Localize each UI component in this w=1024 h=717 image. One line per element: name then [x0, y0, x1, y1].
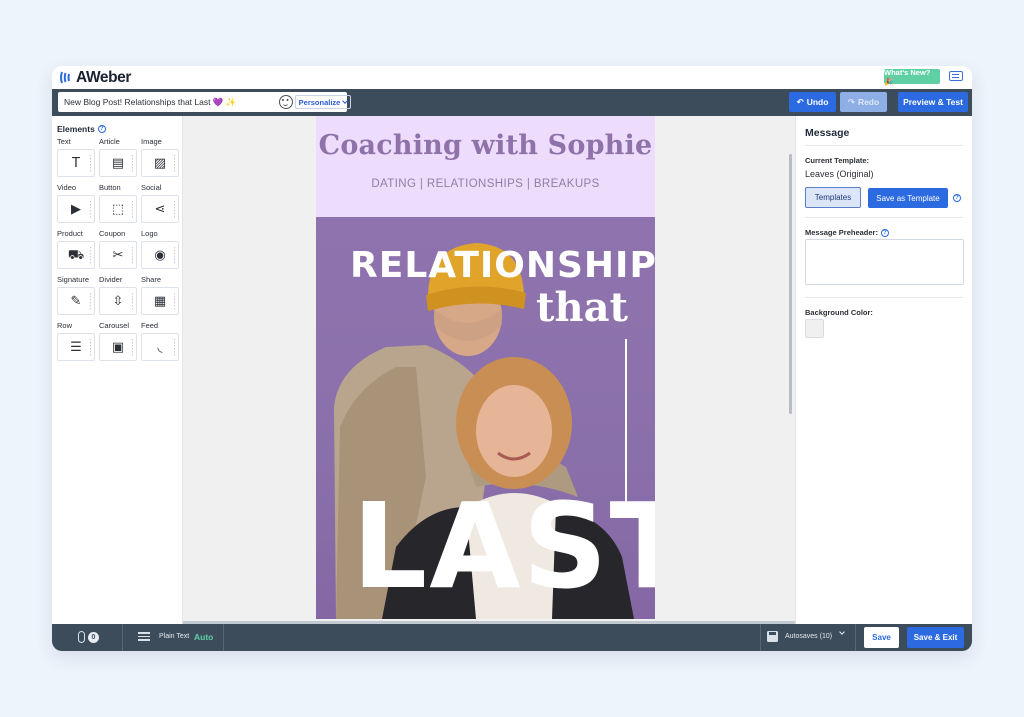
hero-big-word[interactable]: LAST	[352, 487, 655, 605]
divider	[122, 624, 123, 651]
image-icon: ▨	[153, 155, 167, 171]
templates-button[interactable]: Templates	[805, 187, 861, 208]
undo-icon: ↶	[796, 96, 804, 107]
undo-button[interactable]: ↶ Undo	[789, 92, 836, 112]
element-row[interactable]: Row ☰	[57, 321, 95, 361]
whats-new-button[interactable]: What's New? 🎉	[884, 68, 940, 86]
element-social[interactable]: Social ⋖	[141, 183, 179, 223]
element-coupon[interactable]: Coupon ✂	[99, 229, 137, 269]
keyboard-shortcuts-icon[interactable]	[949, 71, 963, 81]
panel-title: Message	[805, 127, 850, 139]
background-color-swatch[interactable]	[805, 319, 824, 338]
editor-footer: 0 Plain Text Auto Autosaves (10) Save Sa…	[52, 624, 972, 651]
element-video[interactable]: Video ▶	[57, 183, 95, 223]
app-window: AWeber What's New? 🎉 New Blog Post! Rela…	[52, 66, 972, 651]
button-icon: ⬚	[111, 201, 125, 217]
aweber-logo-icon	[60, 71, 70, 84]
preview-test-button[interactable]: Preview & Test	[898, 92, 968, 112]
info-icon[interactable]: ?	[880, 228, 889, 237]
logo-badge-icon: ◉	[154, 247, 166, 263]
plain-text-status[interactable]: Auto	[194, 632, 213, 642]
divider	[805, 217, 963, 218]
element-feed[interactable]: Feed ◟	[141, 321, 179, 361]
canvas-vertical-scrollbar[interactable]	[789, 154, 792, 414]
preheader-input[interactable]	[805, 239, 964, 285]
message-settings-panel: Message Current Template: Leaves (Origin…	[795, 116, 972, 624]
cart-icon: ⛟	[67, 247, 85, 263]
elements-title: Elements ?	[57, 124, 106, 134]
paperclip-icon[interactable]	[78, 631, 85, 643]
redo-icon: ↷	[847, 96, 855, 107]
email-canvas[interactable]: Coaching with Sophie DATING | RELATIONSH…	[183, 116, 795, 624]
save-as-template-button[interactable]: Save as Template	[868, 188, 948, 208]
article-icon: ▤	[111, 155, 125, 171]
background-color-label: Background Color:	[805, 308, 873, 317]
brand-name: AWeber	[76, 68, 132, 86]
emoji-picker-icon[interactable]	[279, 95, 293, 109]
rows-icon: ☰	[70, 339, 82, 355]
plain-text-label[interactable]: Plain Text	[159, 633, 189, 640]
attachment-count-badge: 0	[88, 632, 99, 643]
element-button[interactable]: Button ⬚	[99, 183, 137, 223]
preheader-label-text: Message Preheader:	[805, 228, 878, 237]
divider	[760, 624, 761, 651]
social-share-icon: ⋖	[154, 201, 166, 217]
chevron-down-icon	[342, 98, 349, 104]
elements-panel: Elements ? Text T Article ▤ Image ▨ Video ▶ …	[52, 116, 183, 624]
rss-feed-icon: ◟	[157, 339, 163, 355]
element-image[interactable]: Image ▨	[141, 137, 179, 177]
info-icon[interactable]: ?	[97, 125, 106, 133]
info-icon[interactable]: ?	[953, 194, 961, 202]
chevron-down-icon[interactable]	[839, 629, 845, 635]
element-logo[interactable]: Logo ◉	[141, 229, 179, 269]
undo-label: Undo	[806, 97, 829, 107]
elements-title-text: Elements	[57, 124, 95, 134]
element-share[interactable]: Share ▦	[141, 275, 179, 315]
subject-line-text: New Blog Post! Relationships that Last 💜…	[64, 96, 237, 107]
divider	[223, 624, 224, 651]
element-signature[interactable]: Signature ✎	[57, 275, 95, 315]
scissors-icon: ✂	[112, 247, 124, 263]
text-icon: T	[72, 155, 80, 171]
editor-toolbar: New Blog Post! Relationships that Last 💜…	[52, 89, 972, 116]
personalize-dropdown[interactable]: Personalize	[295, 95, 351, 109]
hero-headline[interactable]: RELATIONSHIPS	[350, 245, 655, 286]
carousel-icon: ▣	[111, 339, 125, 355]
email-tagline[interactable]: DATING | RELATIONSHIPS | BREAKUPS	[316, 178, 655, 190]
hero-subheadline[interactable]: that	[466, 284, 628, 331]
divider	[805, 297, 963, 298]
personalize-label: Personalize	[298, 97, 341, 107]
element-carousel[interactable]: Carousel ▣	[99, 321, 137, 361]
brand-bar: AWeber What's New? 🎉	[52, 66, 972, 89]
divider-icon: ⇳	[112, 293, 124, 309]
subject-line-input[interactable]: New Blog Post! Relationships that Last 💜…	[58, 92, 351, 112]
save-and-exit-button[interactable]: Save & Exit	[907, 627, 964, 648]
current-template-label: Current Template:	[805, 156, 870, 165]
aweber-logo[interactable]: AWeber	[59, 69, 131, 86]
email-header-block[interactable]: Coaching with Sophie DATING | RELATIONSH…	[316, 116, 655, 217]
element-divider[interactable]: Divider ⇳	[99, 275, 137, 315]
save-disk-icon	[767, 631, 778, 642]
plain-text-icon[interactable]	[138, 632, 150, 644]
redo-label: Redo	[857, 97, 880, 107]
redo-button[interactable]: ↷ Redo	[840, 92, 887, 112]
current-template-value: Leaves (Original)	[805, 169, 874, 179]
divider	[805, 145, 963, 146]
element-article[interactable]: Article ▤	[99, 137, 137, 177]
preheader-label: Message Preheader: ?	[805, 228, 889, 237]
divider	[855, 624, 856, 651]
autosaves-dropdown[interactable]: Autosaves (10)	[785, 633, 832, 640]
element-product[interactable]: Product ⛟	[57, 229, 95, 269]
hero-image-block[interactable]: RELATIONSHIPS that LAST	[316, 217, 655, 619]
share-icon: ▦	[153, 293, 167, 309]
save-button[interactable]: Save	[864, 627, 899, 648]
email-title[interactable]: Coaching with Sophie	[316, 130, 655, 161]
pen-icon: ✎	[70, 293, 82, 309]
email-preview[interactable]: Coaching with Sophie DATING | RELATIONSH…	[316, 116, 655, 619]
element-text[interactable]: Text T	[57, 137, 95, 177]
video-icon: ▶	[71, 201, 81, 217]
